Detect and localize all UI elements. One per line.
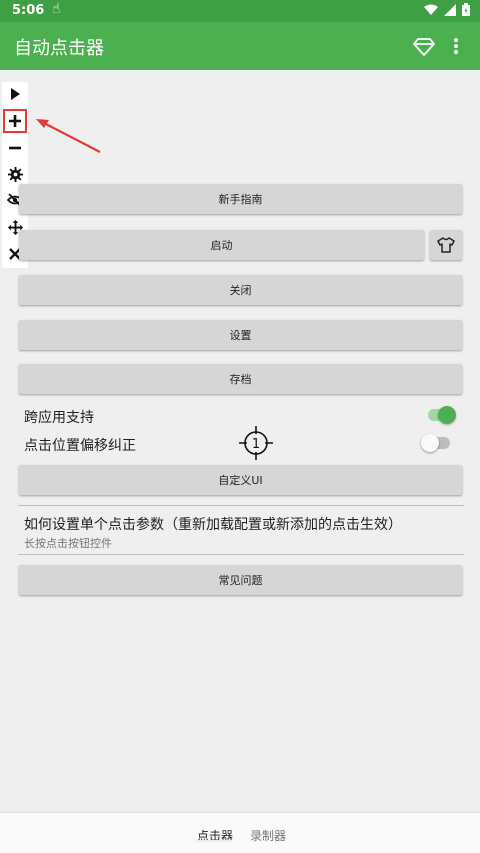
settings-button[interactable]: [3, 162, 27, 186]
faq-button[interactable]: 常见问题: [19, 565, 462, 595]
gear-icon: [7, 166, 23, 182]
minus-icon: [9, 146, 21, 150]
active-tab-indicator: [196, 840, 232, 842]
touch-hand-icon: ☝: [52, 1, 61, 17]
plus-icon: [9, 115, 21, 127]
bottom-nav: 点击器 录制器: [0, 812, 480, 853]
info-title: 如何设置单个点击参数（重新加载配置或新添加的点击生效）: [24, 517, 402, 533]
save-button[interactable]: 存档: [19, 364, 462, 394]
add-point-button[interactable]: [3, 109, 27, 133]
divider: [18, 554, 464, 555]
status-bar: 5:06 ☝: [0, 0, 480, 22]
app-title: 自动点击器: [14, 38, 104, 59]
battery-icon: [462, 3, 470, 16]
start-button[interactable]: 启动: [19, 230, 424, 260]
wifi-icon: [424, 4, 438, 15]
crosshair-target-icon[interactable]: 1: [239, 426, 273, 460]
annotation-arrow: [36, 119, 101, 153]
status-icons: [424, 3, 470, 16]
switch-thumb: [421, 434, 439, 452]
shirt-icon: [437, 237, 455, 253]
status-time: 5:06: [12, 3, 45, 18]
guide-button[interactable]: 新手指南: [19, 184, 462, 214]
offset-correction-label: 点击位置偏移纠正: [24, 438, 136, 454]
tab-recorder[interactable]: 录制器: [250, 827, 286, 844]
play-button[interactable]: [3, 82, 27, 106]
custom-ui-button[interactable]: 自定义UI: [19, 465, 462, 495]
more-vert-icon[interactable]: [446, 34, 466, 58]
settings-main-button[interactable]: 设置: [19, 320, 462, 350]
theme-button[interactable]: [430, 230, 462, 260]
play-icon: [11, 88, 20, 100]
info-subtitle: 长按点击按钮控件: [24, 537, 112, 550]
remove-point-button[interactable]: [3, 136, 27, 160]
cross-app-label: 跨应用支持: [24, 410, 94, 426]
diamond-icon[interactable]: [412, 34, 436, 58]
app-bar: 自动点击器: [0, 22, 480, 70]
signal-icon: [444, 3, 456, 16]
crosshair-number: 1: [252, 437, 260, 452]
switch-thumb: [438, 406, 456, 424]
stop-button[interactable]: 关闭: [19, 275, 462, 305]
divider: [18, 505, 464, 506]
